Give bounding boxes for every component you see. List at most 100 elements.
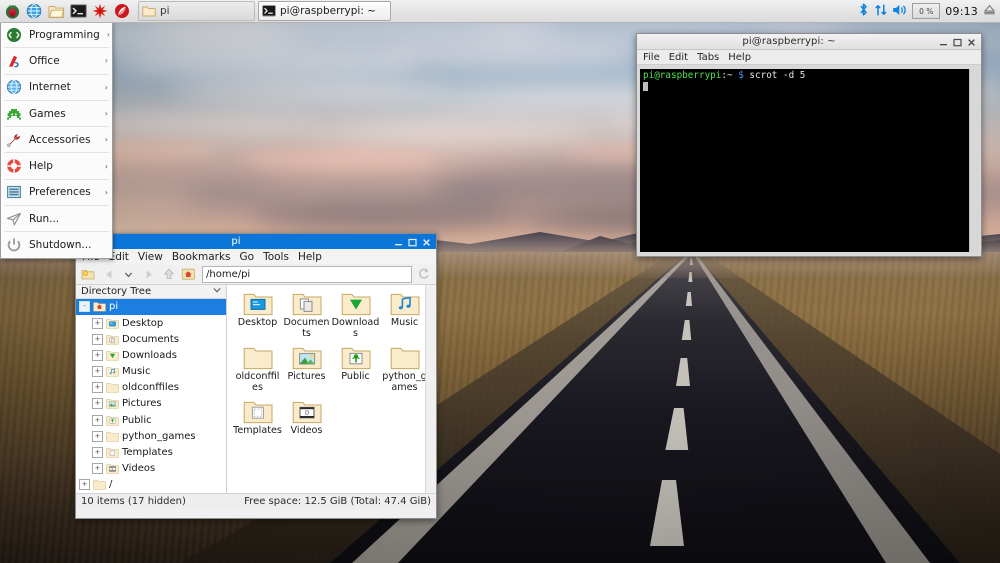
file-list-scrollbar[interactable]: [425, 285, 436, 493]
cpu-monitor[interactable]: 0 %: [912, 3, 941, 19]
tree-node-[interactable]: + /: [76, 477, 226, 493]
close-icon[interactable]: [422, 237, 431, 246]
up-icon[interactable]: [160, 266, 177, 283]
forward-icon[interactable]: [140, 266, 157, 283]
tree-node-Templates[interactable]: + Templates: [76, 444, 226, 460]
menu-item-accessories[interactable]: Accessories ›: [1, 128, 112, 151]
file-item[interactable]: Templates: [233, 399, 282, 437]
web-browser-icon[interactable]: [24, 1, 44, 21]
menu-item-help[interactable]: Help ›: [1, 154, 112, 177]
file-manager-window[interactable]: pi File Edit View Bookmarks Go Tools Hel…: [75, 233, 437, 519]
tree-expander[interactable]: +: [92, 366, 103, 378]
tree-expander[interactable]: +: [92, 414, 103, 426]
directory-tree-list[interactable]: - pi + Desktop + Documents + Downloads + Music + ol…: [76, 298, 226, 493]
file-item[interactable]: Desktop: [233, 291, 282, 339]
mathematica-icon[interactable]: [90, 1, 110, 21]
fm-menu-help[interactable]: Help: [298, 251, 322, 263]
tree-expander[interactable]: +: [92, 317, 103, 329]
menu-item-run[interactable]: Run...: [1, 207, 112, 230]
path-input[interactable]: /home/pi: [202, 265, 412, 283]
directory-tree-header[interactable]: Directory Tree: [76, 285, 226, 299]
network-icon[interactable]: [874, 3, 888, 20]
refresh-icon[interactable]: [415, 266, 432, 283]
new-tab-icon[interactable]: [80, 266, 97, 283]
terminal-icon[interactable]: [68, 1, 88, 21]
tree-node-Documents[interactable]: + Documents: [76, 331, 226, 347]
clock[interactable]: 09:13: [944, 5, 979, 18]
pictures-folder-icon: [292, 345, 322, 370]
file-manager-menubar[interactable]: File Edit View Bookmarks Go Tools Help: [76, 249, 436, 264]
tree-expander[interactable]: -: [79, 301, 90, 313]
fm-menu-go[interactable]: Go: [240, 251, 255, 263]
file-item[interactable]: Music: [380, 291, 429, 339]
file-item[interactable]: Public: [331, 345, 380, 393]
terminal-scrollbar[interactable]: [969, 69, 979, 252]
fm-menu-view[interactable]: View: [138, 251, 163, 263]
terminal-menubar[interactable]: File Edit Tabs Help: [637, 50, 981, 65]
file-item[interactable]: python_games: [380, 345, 429, 393]
tree-node-pi[interactable]: - pi: [76, 298, 226, 315]
terminal-window[interactable]: pi@raspberrypi: ~ File Edit Tabs Help pi…: [636, 33, 982, 257]
tree-expander[interactable]: +: [92, 430, 103, 442]
file-item[interactable]: Pictures: [282, 345, 331, 393]
tree-node-oldconffiles[interactable]: + oldconffiles: [76, 380, 226, 396]
terminal-menu-help[interactable]: Help: [728, 52, 751, 63]
raspberry-menu-icon[interactable]: [2, 1, 22, 21]
chevron-down-icon[interactable]: [120, 266, 137, 283]
tree-expander[interactable]: +: [92, 349, 103, 361]
tree-node-Desktop[interactable]: + Desktop: [76, 315, 226, 331]
eject-icon[interactable]: [983, 3, 996, 19]
tree-node-python_games[interactable]: + python_games: [76, 428, 226, 444]
menu-item-preferences[interactable]: Preferences ›: [1, 181, 112, 204]
taskbar-window-terminal[interactable]: pi@raspberrypi: ~: [258, 1, 391, 21]
terminal-menu-tabs[interactable]: Tabs: [697, 52, 719, 63]
tree-node-Public[interactable]: + Public: [76, 412, 226, 428]
fm-menu-bookmarks[interactable]: Bookmarks: [172, 251, 231, 263]
wolfram-icon[interactable]: [112, 1, 132, 21]
terminal-menu-file[interactable]: File: [643, 52, 660, 63]
terminal-output[interactable]: pi@raspberrypi:~ $ scrot -d 5: [640, 69, 974, 252]
tree-expander[interactable]: +: [92, 447, 103, 459]
tree-expander[interactable]: +: [79, 479, 90, 491]
tree-node-Pictures[interactable]: + Pictures: [76, 396, 226, 412]
terminal-titlebar[interactable]: pi@raspberrypi: ~: [637, 34, 981, 50]
preferences-icon: [6, 184, 22, 200]
tree-expander[interactable]: +: [92, 398, 103, 410]
taskbar[interactable]: pi pi@raspberrypi: ~ 0 % 09:13: [0, 0, 1000, 23]
directory-tree-pane[interactable]: Directory Tree - pi + Desktop + Documents + Dow…: [76, 285, 227, 493]
menu-item-office[interactable]: Office ›: [1, 49, 112, 72]
file-item[interactable]: Documents: [282, 291, 331, 339]
file-manager-toolbar[interactable]: /home/pi: [76, 264, 436, 284]
file-item[interactable]: Downloads: [331, 291, 380, 339]
file-manager-titlebar[interactable]: pi: [76, 234, 436, 249]
minimize-icon[interactable]: [394, 237, 403, 246]
close-icon[interactable]: [967, 37, 976, 46]
chevron-down-icon[interactable]: [212, 286, 222, 297]
file-list-pane[interactable]: Desktop Documents Downloads Music oldconffil…: [227, 285, 436, 493]
menu-item-internet[interactable]: Internet ›: [1, 76, 112, 99]
tree-expander[interactable]: +: [92, 463, 103, 475]
file-item[interactable]: D Videos: [282, 399, 331, 437]
file-manager-icon[interactable]: [46, 1, 66, 21]
tree-node-Music[interactable]: + Music: [76, 364, 226, 380]
tree-expander[interactable]: +: [92, 382, 103, 394]
menu-item-programming[interactable]: Programming ›: [1, 23, 112, 46]
file-item[interactable]: oldconffiles: [233, 345, 282, 393]
run-icon: [6, 211, 22, 227]
fm-menu-tools[interactable]: Tools: [263, 251, 289, 263]
home-icon[interactable]: [180, 266, 197, 283]
tree-expander[interactable]: +: [92, 333, 103, 345]
bluetooth-icon[interactable]: [857, 2, 870, 20]
application-menu[interactable]: Programming › Office › Internet › Games › Access…: [0, 22, 113, 259]
back-icon[interactable]: [100, 266, 117, 283]
terminal-menu-edit[interactable]: Edit: [669, 52, 688, 63]
menu-item-games[interactable]: Games ›: [1, 102, 112, 125]
taskbar-window-filemanager[interactable]: pi: [138, 1, 255, 21]
minimize-icon[interactable]: [939, 37, 948, 46]
volume-icon[interactable]: [892, 3, 908, 20]
menu-item-shutdown[interactable]: Shutdown...: [1, 233, 112, 256]
tree-node-Videos[interactable]: + D Videos: [76, 461, 226, 477]
tree-node-Downloads[interactable]: + Downloads: [76, 347, 226, 363]
maximize-icon[interactable]: [953, 37, 962, 47]
maximize-icon[interactable]: [408, 237, 417, 247]
